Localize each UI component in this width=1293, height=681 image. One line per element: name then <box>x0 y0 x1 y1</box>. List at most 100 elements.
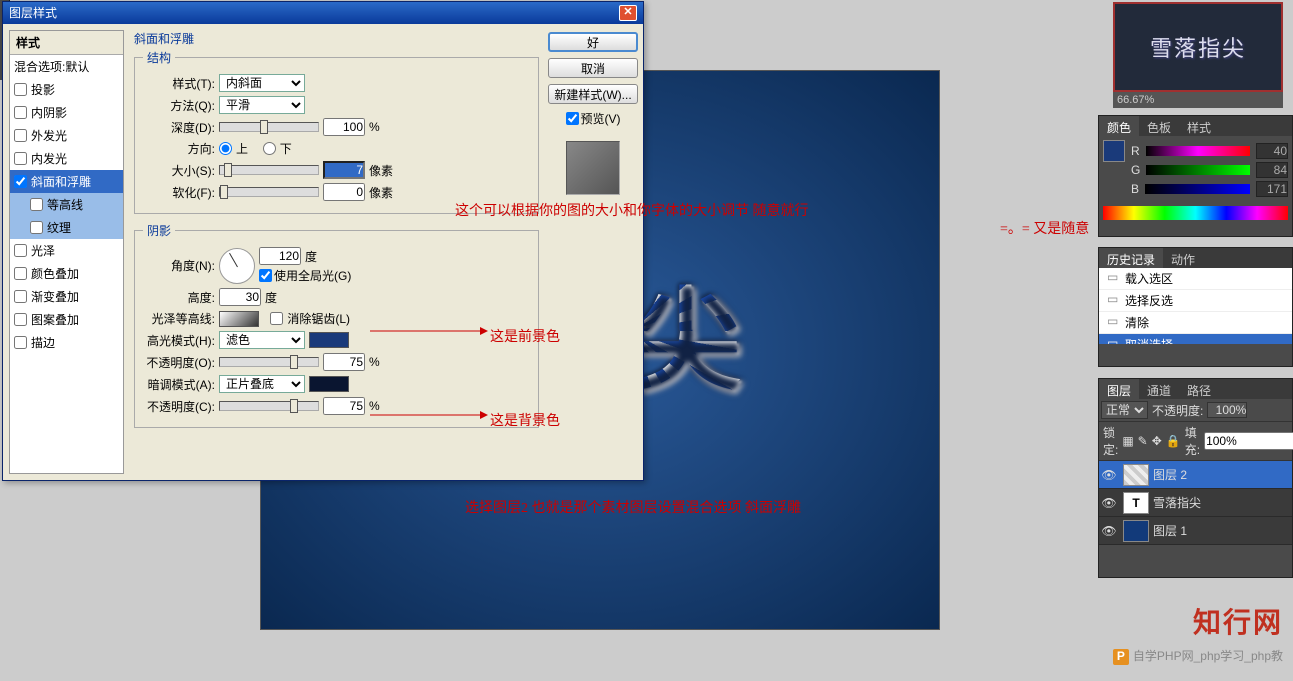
ok-button[interactable]: 好 <box>548 32 638 52</box>
layer-row-text[interactable]: 👁T雪落指尖 <box>1099 489 1292 517</box>
eye-icon[interactable]: 👁 <box>1099 524 1119 538</box>
sel-shmode[interactable]: 正片叠底 <box>219 375 305 393</box>
slider-size[interactable] <box>219 165 319 175</box>
hist-select-inverse[interactable]: 选择反选 <box>1099 290 1292 312</box>
chk-color-overlay[interactable] <box>14 267 27 280</box>
new-style-button[interactable]: 新建样式(W)... <box>548 84 638 104</box>
sel-himode[interactable]: 滤色 <box>219 331 305 349</box>
layers-panel: 图层 通道 路径 正常 不透明度: 锁定: ▦ ✎ ✥ 🔒 填充: 👁图层 2 … <box>1098 378 1293 578</box>
zoom-readout[interactable]: 66.67% <box>1113 92 1283 108</box>
angle-dial[interactable] <box>219 248 255 284</box>
sel-blend-mode[interactable]: 正常 <box>1101 401 1148 419</box>
layer-thumb-text: T <box>1123 492 1149 514</box>
style-patt-overlay[interactable]: 图案叠加 <box>10 308 123 331</box>
eye-icon[interactable]: 👁 <box>1099 468 1119 482</box>
lbl-tech: 方法(Q): <box>143 97 215 114</box>
inp-alt[interactable] <box>219 288 261 306</box>
lbl-shmode: 暗调模式(A): <box>143 376 215 393</box>
gloss-contour-picker[interactable] <box>219 311 259 327</box>
inp-size[interactable] <box>323 161 365 179</box>
chk-preview[interactable] <box>566 112 579 125</box>
color-spectrum[interactable] <box>1103 206 1288 220</box>
inp-depth[interactable] <box>323 118 365 136</box>
tab-styles[interactable]: 样式 <box>1179 116 1219 136</box>
chk-texture[interactable] <box>30 221 43 234</box>
dialog-buttons: 好 取消 新建样式(W)... 预览(V) <box>543 24 643 480</box>
style-satin[interactable]: 光泽 <box>10 239 123 262</box>
slider-depth[interactable] <box>219 122 319 132</box>
inp-shop[interactable] <box>323 397 365 415</box>
style-list: 样式 混合选项:默认 投影 内阴影 外发光 内发光 斜面和浮雕 等高线 纹理 光… <box>9 30 124 474</box>
tab-paths[interactable]: 路径 <box>1179 379 1219 399</box>
slider-soft[interactable] <box>219 187 319 197</box>
chk-outer-glow[interactable] <box>14 129 27 142</box>
shadow-color-swatch[interactable] <box>309 376 349 392</box>
chk-bevel[interactable] <box>14 175 27 188</box>
slider-g[interactable] <box>1146 165 1250 175</box>
slider-shop[interactable] <box>219 401 319 411</box>
inp-layer-opacity[interactable] <box>1207 402 1247 418</box>
lock-paint-icon[interactable]: ✎ <box>1138 434 1148 448</box>
chk-stroke[interactable] <box>14 336 27 349</box>
tab-history[interactable]: 历史记录 <box>1099 248 1163 268</box>
style-stroke[interactable]: 描边 <box>10 331 123 354</box>
chk-inner-glow[interactable] <box>14 152 27 165</box>
hist-load-selection[interactable]: 载入选区 <box>1099 268 1292 290</box>
foreground-color-chip[interactable] <box>1103 140 1125 162</box>
chk-patt-overlay[interactable] <box>14 313 27 326</box>
chk-drop-shadow[interactable] <box>14 83 27 96</box>
navigator-thumbnail[interactable]: 雪落指尖 <box>1113 2 1283 92</box>
tab-layers[interactable]: 图层 <box>1099 379 1139 399</box>
layer-row-2[interactable]: 👁图层 2 <box>1099 461 1292 489</box>
close-icon[interactable]: ✕ <box>619 5 637 21</box>
inp-layer-fill[interactable] <box>1204 432 1293 450</box>
chk-satin[interactable] <box>14 244 27 257</box>
lock-all-icon[interactable]: 🔒 <box>1166 434 1181 448</box>
hist-deselect[interactable]: 取消选择 <box>1099 334 1292 344</box>
inp-b[interactable] <box>1256 181 1288 197</box>
lock-trans-icon[interactable]: ▦ <box>1122 434 1133 448</box>
highlight-color-swatch[interactable] <box>309 332 349 348</box>
style-outer-glow[interactable]: 外发光 <box>10 124 123 147</box>
chk-inner-shadow[interactable] <box>14 106 27 119</box>
sel-style[interactable]: 内斜面 <box>219 74 305 92</box>
chk-contour[interactable] <box>30 198 43 211</box>
chk-global-light[interactable] <box>259 269 272 282</box>
color-panel: 颜色 色板 样式 R G B <box>1098 115 1293 237</box>
style-bevel[interactable]: 斜面和浮雕 <box>10 170 123 193</box>
chk-antialias[interactable] <box>270 312 283 325</box>
structure-group: 结构 样式(T):内斜面 方法(Q):平滑 深度(D):% 方向:上 下 大小(… <box>134 49 539 214</box>
style-inner-glow[interactable]: 内发光 <box>10 147 123 170</box>
tab-channels[interactable]: 通道 <box>1139 379 1179 399</box>
tab-actions[interactable]: 动作 <box>1163 248 1203 268</box>
style-drop-shadow[interactable]: 投影 <box>10 78 123 101</box>
blend-options-item[interactable]: 混合选项:默认 <box>10 55 123 78</box>
tab-swatches[interactable]: 色板 <box>1139 116 1179 136</box>
slider-r[interactable] <box>1146 146 1250 156</box>
chk-grad-overlay[interactable] <box>14 290 27 303</box>
radio-up[interactable] <box>219 142 232 155</box>
tab-color[interactable]: 颜色 <box>1099 116 1139 136</box>
cancel-button[interactable]: 取消 <box>548 58 638 78</box>
lock-move-icon[interactable]: ✥ <box>1152 434 1162 448</box>
inp-hiop[interactable] <box>323 353 365 371</box>
layer-row-1[interactable]: 👁图层 1 <box>1099 517 1292 545</box>
lbl-himode: 高光模式(H): <box>143 332 215 349</box>
slider-b[interactable] <box>1145 184 1250 194</box>
style-color-overlay[interactable]: 颜色叠加 <box>10 262 123 285</box>
inp-g[interactable] <box>1256 162 1288 178</box>
inp-angle[interactable] <box>259 247 301 265</box>
style-inner-shadow[interactable]: 内阴影 <box>10 101 123 124</box>
style-grad-overlay[interactable]: 渐变叠加 <box>10 285 123 308</box>
eye-icon[interactable]: 👁 <box>1099 496 1119 510</box>
hist-clear[interactable]: 清除 <box>1099 312 1292 334</box>
slider-hiop[interactable] <box>219 357 319 367</box>
watermark-brand: 知行网 <box>1193 601 1283 641</box>
style-texture[interactable]: 纹理 <box>10 216 123 239</box>
sel-tech[interactable]: 平滑 <box>219 96 305 114</box>
inp-soft[interactable] <box>323 183 365 201</box>
dialog-titlebar[interactable]: 图层样式 ✕ <box>3 2 643 24</box>
inp-r[interactable] <box>1256 143 1288 159</box>
style-contour[interactable]: 等高线 <box>10 193 123 216</box>
radio-down[interactable] <box>263 142 276 155</box>
